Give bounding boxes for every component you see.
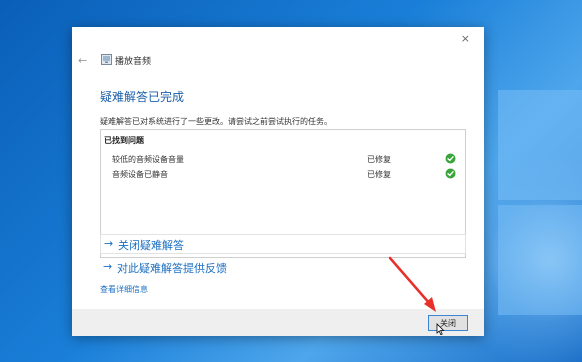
mouse-cursor-icon bbox=[436, 323, 445, 336]
wallpaper-pane bbox=[498, 90, 582, 200]
close-window-icon[interactable]: × bbox=[461, 32, 470, 45]
arrow-right-icon: → bbox=[103, 260, 113, 273]
description-text: 疑难解答已对系统进行了一些更改。请尝试之前尝试执行的任务。 bbox=[100, 117, 332, 126]
issues-header: 已找到问题 bbox=[104, 136, 144, 145]
troubleshooter-dialog: × ← 播放音频 疑难解答已完成 疑难解答已对系统进行了一些更改。请尝试之前尝试… bbox=[72, 27, 484, 336]
feedback-link[interactable]: → 对此疑难解答提供反馈 bbox=[100, 258, 464, 276]
wallpaper-pane bbox=[498, 205, 582, 315]
dialog-footer bbox=[72, 309, 484, 336]
issue-status: 已修复 bbox=[367, 170, 391, 179]
close-troubleshooter-link[interactable]: → 关闭疑难解答 bbox=[100, 234, 466, 254]
arrow-right-icon: → bbox=[104, 237, 114, 250]
check-icon bbox=[445, 168, 456, 179]
close-troubleshooter-label: 关闭疑难解答 bbox=[118, 239, 184, 252]
back-arrow-icon[interactable]: ← bbox=[78, 54, 87, 67]
window-title: 播放音频 bbox=[115, 57, 152, 67]
issue-name: 较低的音频设备音量 bbox=[112, 155, 184, 164]
check-icon bbox=[445, 153, 456, 164]
issue-name: 音频设备已静音 bbox=[112, 170, 168, 179]
issue-row[interactable]: 较低的音频设备音量 已修复 bbox=[101, 153, 465, 168]
troubleshooter-app-icon bbox=[101, 54, 112, 65]
issue-status: 已修复 bbox=[367, 155, 391, 164]
view-details-link[interactable]: 查看详细信息 bbox=[100, 284, 148, 295]
page-title: 疑难解答已完成 bbox=[100, 90, 185, 104]
close-button[interactable]: 关闭 bbox=[428, 315, 468, 331]
feedback-label: 对此疑难解答提供反馈 bbox=[117, 262, 227, 275]
issue-row[interactable]: 音频设备已静音 已修复 bbox=[101, 168, 465, 183]
